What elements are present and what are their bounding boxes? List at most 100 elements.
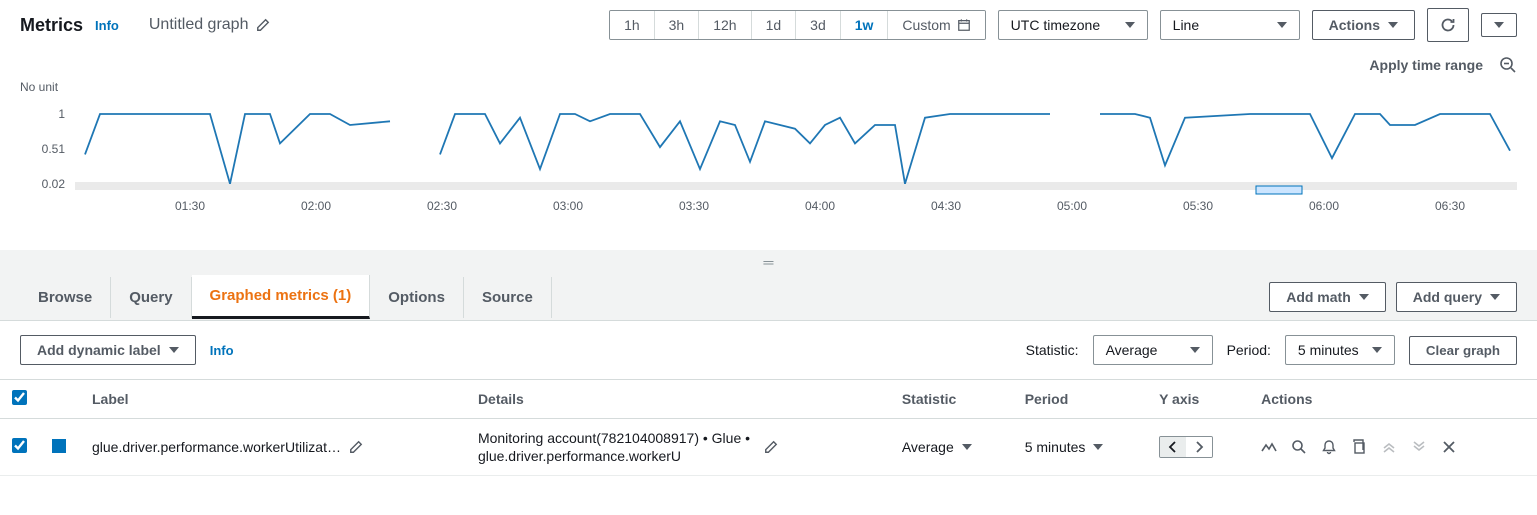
statistic-dropdown[interactable]: Average (1093, 335, 1213, 365)
page-title: Metrics (20, 15, 83, 36)
timezone-dropdown[interactable]: UTC timezone (998, 10, 1148, 40)
caret-down-icon (962, 444, 972, 450)
y-axis-left-button[interactable] (1160, 437, 1186, 457)
time-range-custom[interactable]: Custom (888, 11, 984, 39)
metrics-line-chart[interactable]: 1 0.51 0.02 01:30 02:00 02:30 03:00 03:3… (20, 100, 1517, 230)
time-range-3h[interactable]: 3h (655, 11, 700, 39)
add-math-button[interactable]: Add math (1269, 282, 1386, 312)
xtick: 01:30 (175, 199, 205, 213)
custom-label: Custom (902, 17, 950, 33)
tab-options[interactable]: Options (370, 277, 464, 318)
tab-browse[interactable]: Browse (20, 277, 111, 318)
period-label: Period: (1227, 342, 1271, 358)
col-label: Label (80, 380, 466, 419)
refresh-options-button[interactable] (1481, 13, 1517, 37)
timezone-value: UTC timezone (1011, 17, 1100, 33)
xtick: 02:30 (427, 199, 457, 213)
add-dynamic-label-button[interactable]: Add dynamic label (20, 335, 196, 365)
move-down-icon[interactable] (1411, 439, 1427, 455)
metric-color-swatch[interactable] (52, 439, 66, 453)
xtick: 05:30 (1183, 199, 1213, 213)
time-range-3d[interactable]: 3d (796, 11, 841, 39)
info-link[interactable]: Info (210, 343, 234, 358)
row-actions (1261, 439, 1525, 455)
refresh-icon (1440, 17, 1456, 33)
col-actions: Actions (1249, 380, 1537, 419)
copy-icon[interactable] (1351, 439, 1367, 455)
period-value: 5 minutes (1298, 342, 1359, 358)
add-dynamic-label-text: Add dynamic label (37, 342, 161, 358)
clear-graph-button[interactable]: Clear graph (1409, 336, 1517, 365)
table-header-row: Label Details Statistic Period Y axis Ac… (0, 380, 1537, 419)
edit-icon[interactable] (764, 440, 778, 454)
tab-graphed-metrics[interactable]: Graphed metrics (1) (192, 275, 371, 319)
zoom-out-icon[interactable] (1499, 56, 1517, 74)
xtick: 06:00 (1309, 199, 1339, 213)
close-icon[interactable] (1441, 439, 1457, 455)
graph-name[interactable]: Untitled graph (149, 16, 271, 34)
row-period-value: 5 minutes (1025, 439, 1086, 455)
time-range-1h[interactable]: 1h (610, 11, 655, 39)
chart-type-value: Line (1173, 17, 1199, 33)
chart-type-dropdown[interactable]: Line (1160, 10, 1300, 40)
time-range-12h[interactable]: 12h (699, 11, 751, 39)
calendar-icon (957, 18, 971, 32)
actions-dropdown[interactable]: Actions (1312, 10, 1415, 40)
time-selection-box[interactable] (1256, 186, 1302, 194)
header-bar: Metrics Info Untitled graph 1h 3h 12h 1d… (0, 0, 1537, 50)
info-link[interactable]: Info (95, 18, 119, 33)
y-axis-toggle (1159, 436, 1213, 458)
caret-down-icon (1125, 22, 1135, 28)
panel-resize-handle[interactable]: ═ (0, 250, 1537, 274)
period-dropdown[interactable]: 5 minutes (1285, 335, 1395, 365)
table-row: glue.driver.performance.workerUtilizat… … (0, 419, 1537, 476)
xtick: 02:00 (301, 199, 331, 213)
col-details: Details (466, 380, 890, 419)
caret-down-icon (169, 347, 179, 353)
chart-area: No unit 1 0.51 0.02 01:30 02:00 02:30 03… (0, 80, 1537, 250)
edit-icon[interactable] (349, 440, 363, 454)
chevron-left-icon (1168, 441, 1178, 453)
graph-name-text: Untitled graph (149, 16, 249, 34)
refresh-button[interactable] (1427, 8, 1469, 42)
ytick-051: 0.51 (42, 142, 66, 156)
xtick: 06:30 (1435, 199, 1465, 213)
select-all-checkbox[interactable] (12, 390, 27, 405)
xtick: 03:30 (679, 199, 709, 213)
caret-down-icon (1277, 22, 1287, 28)
controls-row: Add dynamic label Info Statistic: Averag… (0, 321, 1537, 379)
chevron-right-icon (1194, 441, 1204, 453)
time-range-1w[interactable]: 1w (841, 11, 889, 39)
bell-icon[interactable] (1321, 439, 1337, 455)
move-up-icon[interactable] (1381, 439, 1397, 455)
apply-time-range-bar: Apply time range (0, 50, 1537, 80)
metric-label: glue.driver.performance.workerUtilizat… (92, 439, 341, 455)
add-query-button[interactable]: Add query (1396, 282, 1517, 312)
row-checkbox[interactable] (12, 438, 27, 453)
tab-source[interactable]: Source (464, 277, 552, 318)
caret-down-icon (1490, 294, 1500, 300)
xtick: 05:00 (1057, 199, 1087, 213)
tab-query[interactable]: Query (111, 277, 191, 318)
edit-icon[interactable] (256, 18, 270, 32)
alarm-icon[interactable] (1261, 439, 1277, 455)
y-axis-label: No unit (20, 80, 1517, 94)
col-statistic: Statistic (890, 380, 1013, 419)
time-range-selector: 1h 3h 12h 1d 3d 1w Custom (609, 10, 986, 40)
xtick: 03:00 (553, 199, 583, 213)
caret-down-icon (1388, 22, 1398, 28)
row-period-dropdown[interactable]: 5 minutes (1025, 439, 1135, 455)
apply-time-range-button[interactable]: Apply time range (1369, 57, 1483, 73)
statistic-value: Average (1106, 342, 1158, 358)
caret-down-icon (1372, 347, 1382, 353)
time-range-1d[interactable]: 1d (752, 11, 797, 39)
tabs-bar: Browse Query Graphed metrics (1) Options… (0, 274, 1537, 321)
col-period: Period (1013, 380, 1147, 419)
caret-down-icon (1093, 444, 1103, 450)
search-icon[interactable] (1291, 439, 1307, 455)
row-statistic-dropdown[interactable]: Average (902, 439, 1001, 455)
statistic-label: Statistic: (1026, 342, 1079, 358)
y-axis-right-button[interactable] (1186, 437, 1212, 457)
col-yaxis: Y axis (1147, 380, 1249, 419)
row-statistic-value: Average (902, 439, 954, 455)
